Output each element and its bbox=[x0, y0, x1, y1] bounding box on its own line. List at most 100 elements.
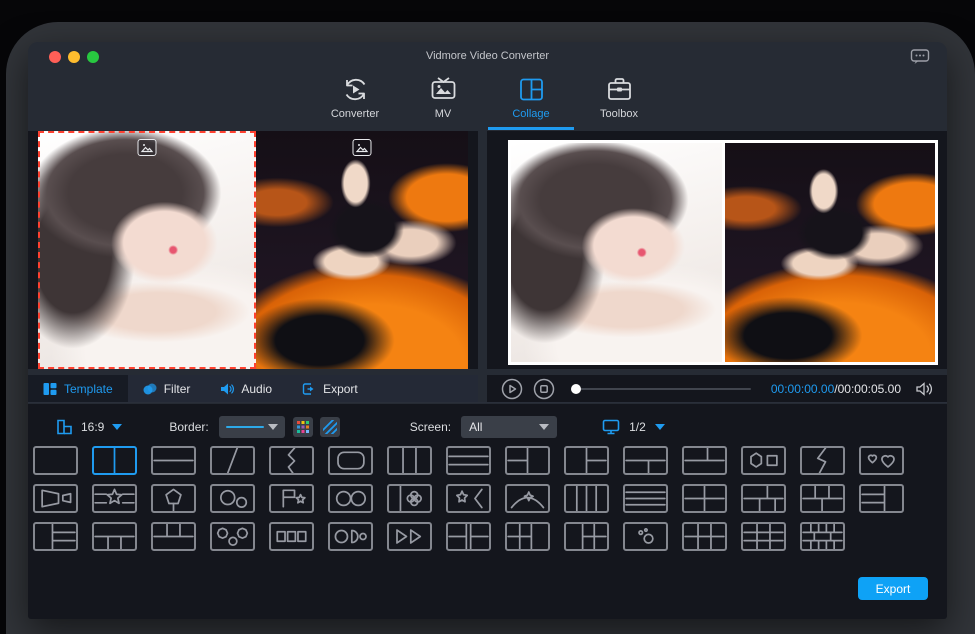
template-cols-4[interactable] bbox=[564, 484, 609, 513]
chevron-down-icon bbox=[112, 424, 122, 430]
template-star-band[interactable] bbox=[92, 484, 137, 513]
template-left-1-right-2rows[interactable] bbox=[564, 446, 609, 475]
chevron-down-icon bbox=[268, 424, 278, 430]
bed-photo bbox=[38, 131, 256, 369]
feedback-bubble-icon[interactable] bbox=[910, 48, 930, 66]
panel-divider bbox=[478, 375, 487, 402]
current-time: 00:00:00.00 bbox=[771, 382, 834, 396]
main-nav: Converter MV Collage bbox=[28, 72, 947, 130]
template-cols-3[interactable] bbox=[387, 446, 432, 475]
template-left-2rows-right-1[interactable] bbox=[505, 446, 550, 475]
template-lightning[interactable] bbox=[800, 446, 845, 475]
template-hexagon-square[interactable] bbox=[741, 446, 786, 475]
template-left-1-right-2x2[interactable] bbox=[564, 522, 609, 551]
nav-converter-label: Converter bbox=[331, 108, 379, 120]
border-line-swatch bbox=[226, 426, 264, 428]
template-grid-mixed-a[interactable] bbox=[741, 484, 786, 513]
image-placeholder-icon[interactable] bbox=[138, 139, 157, 156]
template-section: 16:9 Border: Screen: bbox=[28, 404, 947, 619]
border-label: Border: bbox=[169, 420, 208, 434]
nav-mv-label: MV bbox=[435, 108, 452, 120]
screen-dropdown[interactable]: All bbox=[461, 416, 557, 438]
playback-bar: 00:00:00.00/00:00:05.00 bbox=[487, 375, 947, 402]
template-clover[interactable] bbox=[387, 484, 432, 513]
collage-preview bbox=[508, 140, 938, 365]
editor-tabstrip: Template Filter Audio bbox=[28, 375, 478, 402]
border-pattern-button[interactable] bbox=[320, 417, 340, 437]
pattern-stripes-icon bbox=[323, 420, 337, 434]
volume-icon[interactable] bbox=[915, 381, 933, 397]
template-grid-center-gap[interactable] bbox=[446, 522, 491, 551]
template-single[interactable] bbox=[33, 446, 78, 475]
tab-export[interactable]: Export bbox=[287, 375, 373, 402]
template-rows-4[interactable] bbox=[623, 484, 668, 513]
template-grid bbox=[33, 446, 904, 560]
play-icon[interactable] bbox=[501, 378, 523, 400]
aspect-ratio-control[interactable]: 16:9 bbox=[55, 418, 122, 436]
tab-audio[interactable]: Audio bbox=[205, 375, 287, 402]
converter-icon bbox=[342, 76, 369, 103]
border-style-dropdown[interactable] bbox=[219, 416, 285, 438]
panel-divider bbox=[478, 131, 487, 369]
template-grid-3x3[interactable] bbox=[741, 522, 786, 551]
page-selector[interactable]: 1/2 bbox=[602, 418, 665, 436]
template-left-3rows-right-1[interactable] bbox=[859, 484, 904, 513]
template-left-2x2-right-1[interactable] bbox=[505, 522, 550, 551]
template-burst-chevron[interactable] bbox=[446, 484, 491, 513]
template-hearts[interactable] bbox=[859, 446, 904, 475]
image-placeholder-icon[interactable] bbox=[353, 139, 372, 156]
editor-cell-car-photo[interactable] bbox=[256, 131, 468, 369]
nav-toolbox[interactable]: Toolbox bbox=[579, 76, 659, 120]
collage-toolbar: 16:9 Border: Screen: bbox=[28, 412, 947, 442]
toolbox-icon bbox=[606, 76, 633, 103]
seek-slider[interactable] bbox=[571, 382, 751, 396]
collage-icon bbox=[518, 76, 545, 103]
stop-icon[interactable] bbox=[533, 378, 555, 400]
collage-editor-panel bbox=[28, 131, 478, 369]
template-shapes-three[interactable] bbox=[210, 522, 255, 551]
seek-track[interactable] bbox=[571, 388, 751, 390]
nav-collage-label: Collage bbox=[512, 108, 549, 120]
tab-template-label: Template bbox=[64, 382, 113, 396]
template-squares-three[interactable] bbox=[269, 522, 314, 551]
template-left-1-right-3rows[interactable] bbox=[33, 522, 78, 551]
tab-export-label: Export bbox=[323, 382, 358, 396]
nav-mv[interactable]: MV bbox=[403, 76, 483, 120]
template-top-1-bottom-2[interactable] bbox=[623, 446, 668, 475]
template-circle-moon-dot[interactable] bbox=[328, 522, 373, 551]
export-button[interactable]: Export bbox=[858, 577, 928, 600]
template-diagonal[interactable] bbox=[210, 446, 255, 475]
template-circles-two[interactable] bbox=[328, 484, 373, 513]
template-circles-big-small[interactable] bbox=[210, 484, 255, 513]
template-grid-3x2[interactable] bbox=[682, 522, 727, 551]
template-rows-3[interactable] bbox=[446, 446, 491, 475]
template-top-1-bottom-3[interactable] bbox=[92, 522, 137, 551]
audio-icon bbox=[220, 382, 234, 396]
template-flag-burst[interactable] bbox=[269, 484, 314, 513]
template-split-h2[interactable] bbox=[151, 446, 196, 475]
border-color-button[interactable] bbox=[293, 417, 313, 437]
template-pentagon[interactable] bbox=[151, 484, 196, 513]
seek-knob[interactable] bbox=[571, 384, 581, 394]
nav-collage[interactable]: Collage bbox=[491, 76, 571, 120]
template-top-2-bottom-1[interactable] bbox=[682, 446, 727, 475]
template-rounded-inset[interactable] bbox=[328, 446, 373, 475]
editor-cell-bed-photo[interactable] bbox=[38, 131, 256, 369]
app-window: Vidmore Video Converter Converter bbox=[28, 42, 947, 619]
tab-template[interactable]: Template bbox=[28, 375, 128, 402]
template-curve-split[interactable] bbox=[269, 446, 314, 475]
nav-converter[interactable]: Converter bbox=[315, 76, 395, 120]
template-top-3-bottom-1[interactable] bbox=[151, 522, 196, 551]
template-grid-mixed-b[interactable] bbox=[800, 484, 845, 513]
template-arch-sparkle[interactable] bbox=[505, 484, 550, 513]
template-trapezoids[interactable] bbox=[33, 484, 78, 513]
chevron-down-icon bbox=[655, 424, 665, 430]
template-grid-mosaic[interactable] bbox=[800, 522, 845, 551]
template-icon bbox=[43, 382, 57, 396]
page-indicator: 1/2 bbox=[629, 420, 646, 434]
tab-filter[interactable]: Filter bbox=[128, 375, 206, 402]
template-arrows-right[interactable] bbox=[387, 522, 432, 551]
template-split-v2[interactable] bbox=[92, 446, 137, 475]
template-dots-scatter[interactable] bbox=[623, 522, 668, 551]
template-grid-2x2[interactable] bbox=[682, 484, 727, 513]
